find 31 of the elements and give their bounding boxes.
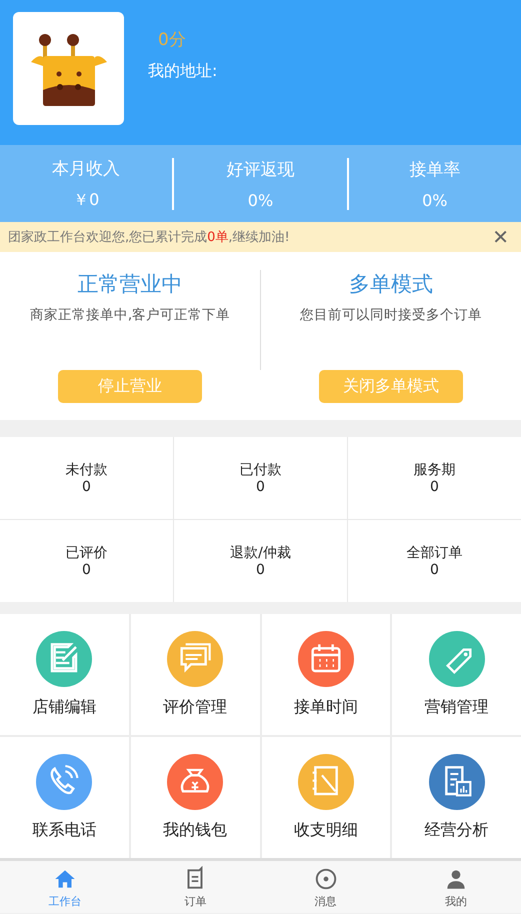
stat-value: 0% xyxy=(422,190,448,210)
order-status-item[interactable]: 服务期 0 xyxy=(348,437,521,519)
stat-value: ￥0 xyxy=(73,190,100,210)
address-label: 我的地址: xyxy=(148,61,218,82)
mode-description: 商家正常接单中,客户可正常下单 xyxy=(30,306,230,324)
feature-item[interactable]: 店铺编辑 xyxy=(0,614,129,735)
feature-item[interactable]: 接单时间 xyxy=(262,614,390,735)
stat-label: 本月收入 xyxy=(52,158,120,180)
close-button[interactable]: ✕ xyxy=(488,225,513,249)
feature-item[interactable]: 营销管理 xyxy=(392,614,521,735)
order-status-item[interactable]: 退款/仲裁 0 xyxy=(174,520,347,602)
order-status-item[interactable]: 未付款 0 xyxy=(0,437,173,519)
score-text: 0分 xyxy=(157,29,187,51)
tab[interactable]: 订单 xyxy=(130,861,260,913)
feature-item[interactable]: 联系电话 xyxy=(0,737,129,858)
stat-label: 接单率 xyxy=(409,158,460,180)
feature-item[interactable]: 评价管理 xyxy=(130,614,260,735)
feature-item[interactable]: 收支明细 xyxy=(262,737,390,858)
notice-text: 团家政工作台欢迎您,您已累计完成0单,继续加油! xyxy=(8,229,290,246)
mode-title: 多单模式 xyxy=(349,271,433,298)
mode-description: 您目前可以同时接受多个订单 xyxy=(300,306,482,324)
order-status-item[interactable]: 已评价 0 xyxy=(0,520,173,602)
feature-item[interactable]: 我的钱包 xyxy=(130,737,260,858)
order-status-item[interactable]: 全部订单 0 xyxy=(348,520,521,602)
tab[interactable]: 我的 xyxy=(390,861,521,913)
stat-label: 好评返现 xyxy=(226,158,294,180)
mode-title: 正常营业中 xyxy=(78,271,182,298)
order-status-item[interactable]: 已付款 0 xyxy=(174,437,347,519)
feature-item[interactable]: 经营分析 xyxy=(392,737,521,858)
tab[interactable]: 消息 xyxy=(260,861,391,913)
stat-value: 0% xyxy=(248,190,274,210)
